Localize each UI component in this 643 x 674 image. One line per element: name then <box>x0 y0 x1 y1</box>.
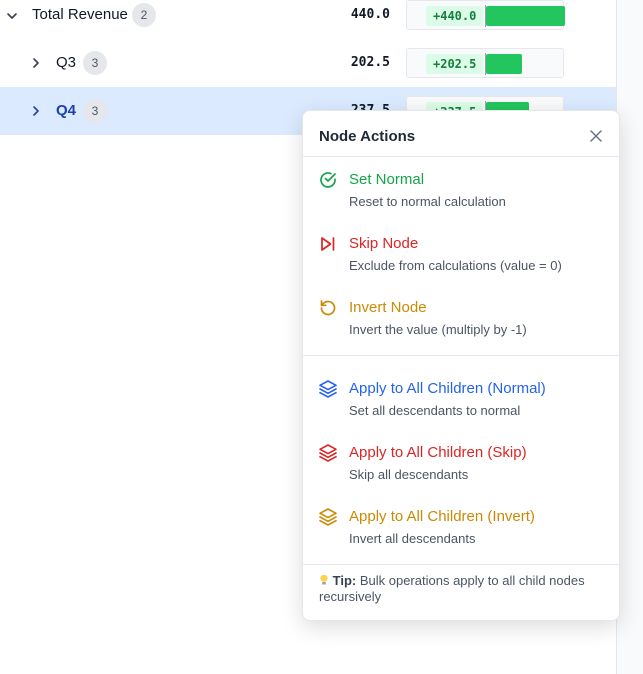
scrollbar-track[interactable] <box>616 0 643 674</box>
action-description: Skip all descendants <box>349 467 469 482</box>
child-count-badge: 3 <box>83 51 107 75</box>
set-normal-button[interactable]: Set Normal Reset to normal calculation <box>303 170 619 226</box>
child-count-badge: 3 <box>83 99 107 123</box>
row-label: Q3 <box>56 54 77 71</box>
tree-row-total-revenue[interactable]: Total Revenue 2 440.0 +440.0 <box>0 0 616 39</box>
action-description: Exclude from calculations (value = 0) <box>349 258 562 273</box>
row-value: 202.5 <box>350 55 390 70</box>
rotate-ccw-icon <box>320 300 336 316</box>
apply-children-invert-button[interactable]: Apply to All Children (Invert) Invert al… <box>303 507 619 563</box>
invert-node-button[interactable]: Invert Node Invert the value (multiply b… <box>303 298 619 354</box>
delta-bar: +202.5 <box>406 48 564 78</box>
section-divider <box>303 564 619 565</box>
chevron-down-icon[interactable] <box>5 9 19 23</box>
lightbulb-icon <box>320 574 328 585</box>
bar-fill <box>486 54 522 74</box>
check-circle-icon <box>320 172 336 188</box>
child-count-badge: 2 <box>132 3 156 27</box>
tree-row-q3[interactable]: Q3 3 202.5 +202.5 <box>0 39 616 87</box>
row-value: 440.0 <box>350 7 390 22</box>
tip-text: Tip: Bulk operations apply to all child … <box>319 573 609 605</box>
apply-children-skip-button[interactable]: Apply to All Children (Skip) Skip all de… <box>303 443 619 499</box>
skip-node-button[interactable]: Skip Node Exclude from calculations (val… <box>303 234 619 290</box>
layers-icon <box>319 380 337 398</box>
tip-body: Bulk operations apply to all child nodes… <box>319 573 585 604</box>
popup-title: Node Actions <box>319 128 416 145</box>
bar-fill <box>486 6 565 26</box>
layers-icon <box>319 508 337 526</box>
layers-icon <box>319 444 337 462</box>
action-description: Reset to normal calculation <box>349 194 506 209</box>
action-label: Apply to All Children (Skip) <box>349 444 527 461</box>
close-icon[interactable] <box>589 129 603 143</box>
apply-children-normal-button[interactable]: Apply to All Children (Normal) Set all d… <box>303 379 619 435</box>
delta-tag: +202.5 <box>426 54 484 74</box>
action-label: Apply to All Children (Normal) <box>349 380 546 397</box>
action-description: Set all descendants to normal <box>349 403 521 418</box>
delta-tag: +440.0 <box>426 6 484 26</box>
action-label: Invert Node <box>349 299 427 316</box>
row-label: Q4 <box>56 102 77 119</box>
action-label: Apply to All Children (Invert) <box>349 508 535 525</box>
delta-bar: +440.0 <box>406 0 565 30</box>
tip-label: Tip: <box>332 573 357 588</box>
action-description: Invert all descendants <box>349 531 476 546</box>
skip-icon <box>321 237 335 251</box>
action-label: Skip Node <box>349 235 419 252</box>
section-divider <box>303 355 619 356</box>
row-label: Total Revenue <box>32 6 128 23</box>
chevron-right-icon[interactable] <box>29 104 43 118</box>
chevron-right-icon[interactable] <box>29 56 43 70</box>
popup-header: Node Actions <box>303 111 619 157</box>
action-description: Invert the value (multiply by -1) <box>349 322 527 337</box>
action-label: Set Normal <box>349 171 425 188</box>
node-actions-popup: Node Actions Set Normal Reset to normal … <box>302 110 620 621</box>
